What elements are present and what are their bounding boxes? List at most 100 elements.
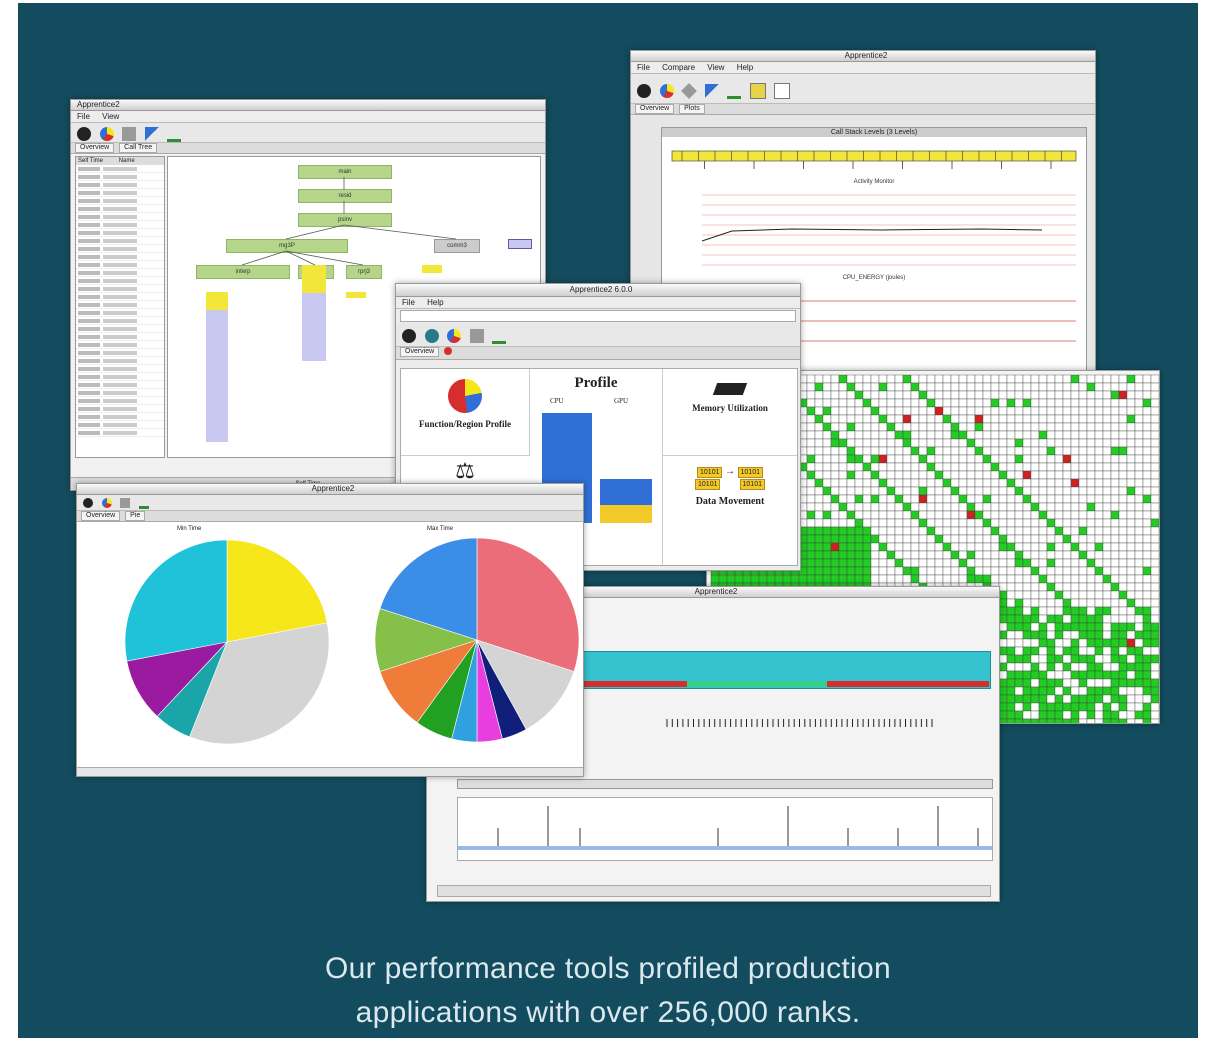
matrix-cell [950,550,960,560]
matrix-cell [942,502,952,512]
table-row[interactable] [76,197,164,205]
menu-help[interactable]: Help [427,298,443,307]
menu-file[interactable]: File [77,112,90,121]
matrix-cell [926,510,936,520]
table-row[interactable] [76,325,164,333]
menu-file[interactable]: File [402,298,415,307]
summary-icon[interactable] [77,126,91,141]
matrix-cell [1054,574,1064,584]
tab-call-tree[interactable]: Call Tree [119,143,158,153]
scrollbar-horizontal[interactable] [437,885,991,897]
matrix-cell [894,454,904,464]
table-row[interactable] [76,245,164,253]
table-row[interactable] [76,165,164,173]
tab-pie[interactable]: Pie [125,511,146,521]
header-self-time[interactable]: Self Time [76,158,103,164]
menu-compare[interactable]: Compare [662,63,695,72]
menu-view[interactable]: View [707,63,724,72]
table-row[interactable] [76,181,164,189]
matrix-cell [926,462,936,472]
close-icon[interactable] [444,347,453,356]
mountain-icon[interactable] [704,83,719,98]
tab-overview[interactable]: Overview [400,347,440,357]
matrix-cell [1102,462,1112,472]
matrix-cell [982,374,992,384]
matrix-cell [1126,638,1136,648]
summary-icon[interactable] [83,497,93,508]
globe-icon[interactable] [424,328,439,343]
table-row[interactable] [76,349,164,357]
table-row[interactable] [76,341,164,349]
matrix-cell [1110,446,1120,456]
matrix-cell [1070,558,1080,568]
layers-icon[interactable] [120,497,131,508]
card-data-movement[interactable]: 10101 → 10101 10101 10101 Data Movement [663,456,797,564]
tab-plots[interactable]: Plots [679,104,705,114]
table-row[interactable] [76,213,164,221]
mountain-icon[interactable] [144,126,159,141]
table-row[interactable] [76,253,164,261]
table-row[interactable] [76,277,164,285]
table-row[interactable] [76,333,164,341]
matrix-cell [830,550,840,560]
table-row[interactable] [76,357,164,365]
table-row[interactable] [76,269,164,277]
matrix-cell [1126,630,1136,640]
table-row[interactable] [76,381,164,389]
table-row[interactable] [76,237,164,245]
table-row[interactable] [76,373,164,381]
tree-icon[interactable] [138,496,149,509]
table-row[interactable] [76,221,164,229]
pie-icon[interactable] [447,328,462,343]
header-name[interactable]: Name [105,158,135,164]
menu-help[interactable]: Help [737,63,753,72]
tab-overview[interactable]: Overview [635,104,675,114]
table-row[interactable] [76,429,164,437]
card-function-profile[interactable]: Function/Region Profile [401,369,530,456]
pie-icon[interactable] [101,497,112,508]
matrix-cell [1006,390,1016,400]
summary-icon[interactable] [402,328,416,343]
matrix-cell [1142,566,1152,576]
tab-overview[interactable]: Overview [75,143,115,153]
table-row[interactable] [76,261,164,269]
table-row[interactable] [76,317,164,325]
matrix-cell [878,566,888,576]
table-row[interactable] [76,365,164,373]
table-row[interactable] [76,301,164,309]
table-row[interactable] [76,413,164,421]
table-row[interactable] [76,405,164,413]
matrix-cell [1030,718,1040,723]
table-row[interactable] [76,229,164,237]
table-row[interactable] [76,205,164,213]
table-row[interactable] [76,389,164,397]
matrix-cell [1134,462,1144,472]
layers-icon[interactable] [122,126,137,141]
table-row[interactable] [76,173,164,181]
table-row[interactable] [76,309,164,317]
tab-overview[interactable]: Overview [81,511,121,521]
menu-view[interactable]: View [102,112,119,121]
summary-icon[interactable] [637,83,651,98]
table-icon[interactable] [774,82,791,99]
table-row[interactable] [76,397,164,405]
pie-icon[interactable] [99,126,114,141]
matrix-cell [950,566,960,576]
menu-file[interactable]: File [637,63,650,72]
tree-icon[interactable] [727,82,742,99]
table-row[interactable] [76,293,164,301]
table-row[interactable] [76,421,164,429]
matrix-cell [1142,550,1152,560]
card-memory[interactable]: Memory Utilization [663,369,797,456]
layers-icon[interactable] [469,328,484,343]
scrollbar-horizontal[interactable] [77,767,583,776]
tree-icon[interactable] [492,327,507,344]
pie-icon[interactable] [659,83,674,98]
tree-icon[interactable] [167,125,182,142]
chart-icon[interactable] [749,82,766,99]
matrix-cell [910,550,920,560]
table-row[interactable] [76,285,164,293]
matrix-cell [1014,534,1024,544]
table-row[interactable] [76,189,164,197]
layers-icon[interactable] [681,82,697,99]
